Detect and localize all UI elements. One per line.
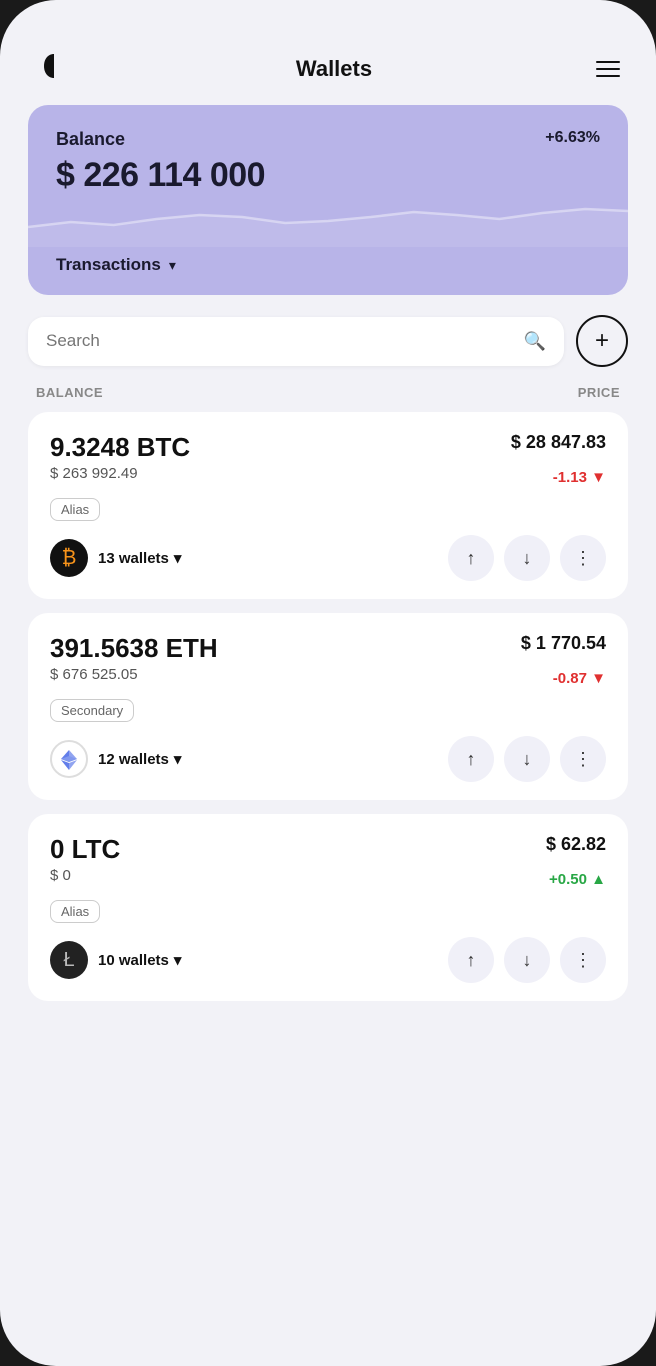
eth-logo (50, 740, 88, 778)
coin-change: -1.13 ▼ (553, 469, 606, 486)
page-title: Wallets (296, 56, 372, 82)
menu-icon[interactable] (596, 61, 620, 77)
receive-button[interactable]: ↓ (504, 535, 550, 581)
logo-icon (36, 48, 72, 89)
coin-tag[interactable]: Secondary (50, 699, 134, 722)
header: Wallets (28, 40, 628, 105)
coin-tag[interactable]: Alias (50, 900, 100, 923)
balance-label: Balance (56, 129, 125, 150)
more-button[interactable]: ⋮ (560, 736, 606, 782)
transactions-row[interactable]: Transactions ▾ (56, 255, 600, 275)
send-button[interactable]: ↑ (448, 535, 494, 581)
coin-fiat: $ 676 525.05 (50, 666, 138, 683)
balance-col-header: BALANCE (36, 385, 103, 400)
wallets-label: 12 wallets ▾ (98, 750, 181, 768)
wallets-chevron: ▾ (174, 951, 182, 969)
coin-price: $ 62.82 (546, 834, 606, 855)
coin-change: +0.50 ▲ (549, 871, 606, 888)
wallets-chevron: ▾ (174, 750, 182, 768)
coin-amount: 0 LTC (50, 834, 120, 865)
more-button[interactable]: ⋮ (560, 535, 606, 581)
chevron-down-icon: ▾ (169, 257, 176, 274)
coin-card: 0 LTC $ 62.82 $ 0 +0.50 ▲ Alias Ł 10 wal… (28, 814, 628, 1001)
balance-chart (28, 167, 628, 247)
add-wallet-button[interactable]: + (576, 315, 628, 367)
coin-list: 9.3248 BTC $ 28 847.83 $ 263 992.49 -1.1… (28, 412, 628, 1015)
send-button[interactable]: ↑ (448, 937, 494, 983)
receive-button[interactable]: ↓ (504, 937, 550, 983)
coin-tag[interactable]: Alias (50, 498, 100, 521)
ltc-logo: Ł (50, 941, 88, 979)
wallets-label: 13 wallets ▾ (98, 549, 181, 567)
more-button[interactable]: ⋮ (560, 937, 606, 983)
coin-change: -0.87 ▼ (553, 670, 606, 687)
coin-price: $ 28 847.83 (511, 432, 606, 453)
coin-price: $ 1 770.54 (521, 633, 606, 654)
coin-amount: 391.5638 ETH (50, 633, 218, 664)
search-icon: 🔍 (524, 331, 546, 352)
column-headers: BALANCE PRICE (28, 375, 628, 408)
coin-card: 391.5638 ETH $ 1 770.54 $ 676 525.05 -0.… (28, 613, 628, 800)
balance-change: +6.63% (545, 129, 600, 147)
transactions-label: Transactions (56, 255, 161, 275)
search-row: 🔍 + (28, 315, 628, 367)
coin-amount: 9.3248 BTC (50, 432, 190, 463)
search-input[interactable] (46, 331, 514, 351)
wallets-chevron: ▾ (174, 549, 182, 567)
coin-card: 9.3248 BTC $ 28 847.83 $ 263 992.49 -1.1… (28, 412, 628, 599)
search-box: 🔍 (28, 317, 564, 366)
balance-card: Balance +6.63% $ 226 114 000 Transaction… (28, 105, 628, 295)
price-col-header: PRICE (578, 385, 620, 400)
receive-button[interactable]: ↓ (504, 736, 550, 782)
phone-frame: Wallets Balance +6.63% $ 226 114 000 Tra… (0, 0, 656, 1366)
btc-logo: ₿ (50, 539, 88, 577)
send-button[interactable]: ↑ (448, 736, 494, 782)
wallets-label: 10 wallets ▾ (98, 951, 181, 969)
coin-fiat: $ 263 992.49 (50, 465, 138, 482)
coin-fiat: $ 0 (50, 867, 71, 884)
